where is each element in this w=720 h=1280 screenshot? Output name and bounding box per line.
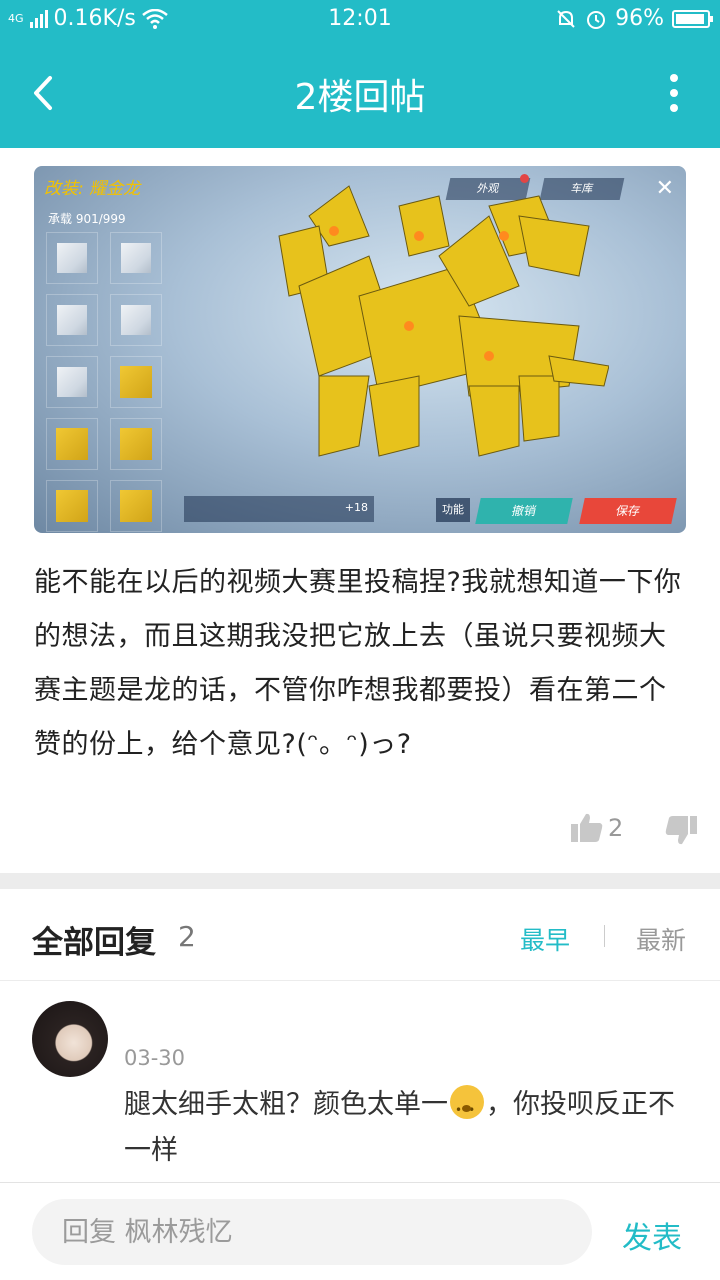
dragon-mech-illustration (278, 185, 609, 457)
upside-down-face-emoji-icon (450, 1085, 484, 1133)
thumbs-down-icon[interactable] (664, 814, 698, 846)
close-icon: ✕ (655, 176, 674, 201)
status-right: 96% (555, 6, 713, 31)
game-function-button: 功能 (436, 498, 470, 522)
parts-grid (46, 232, 162, 532)
comment-text: 腿太细手太粗？颜色太单一，你投呗反正不一样 (124, 1082, 684, 1174)
avatar[interactable] (32, 1001, 108, 1077)
battery-percent: 96% (615, 6, 664, 31)
thumbs-up-icon (571, 813, 603, 842)
toolbar-extra-count: +18 (344, 501, 368, 514)
game-toolbar: +18 (184, 496, 374, 522)
reply-input[interactable] (32, 1199, 592, 1265)
comment-text-part1: 腿太细手太粗？颜色太单一 (124, 1089, 448, 1120)
game-load-value: 承载 901/999 (48, 212, 126, 226)
post-body: 能不能在以后的视频大赛里投稿捏?我就想知道一下你的想法，而且这期我没把它放上去（… (34, 567, 682, 760)
replies-count: 2 (178, 920, 196, 953)
page-title: 2楼回帖 (294, 77, 426, 118)
reply-bar: 发表 (0, 1182, 720, 1280)
sort-separator (604, 925, 605, 947)
comment-date: 03-30 (124, 1046, 186, 1070)
sort-earliest-tab[interactable]: 最早 (520, 921, 570, 957)
replies-label: 全部回复 (32, 925, 156, 961)
publish-button[interactable]: 发表 (622, 1213, 682, 1257)
section-divider (0, 873, 720, 889)
status-bar: 4G 0.16K/s 12:01 96% (0, 0, 720, 38)
app-bar: 2楼回帖 (0, 38, 720, 148)
game-vehicle-title: 改装: 耀金龙 (44, 179, 141, 199)
game-undo-button: 撤销 (475, 498, 573, 524)
more-vertical-icon[interactable] (668, 74, 680, 112)
like-count: 2 (608, 814, 624, 842)
battery-icon (672, 9, 713, 28)
post-image[interactable]: 改装: 耀金龙 承载 901/999 外观 车库 ✕ +18 功能 撤销 保存 (34, 166, 686, 533)
sort-newest-tab[interactable]: 最新 (636, 921, 686, 957)
replies-header: 全部回复 2 最早 最新 (0, 889, 720, 981)
mute-bell-icon (557, 9, 575, 28)
like-button[interactable]: 2 (570, 812, 623, 844)
alarm-icon (587, 10, 606, 29)
game-save-button: 保存 (579, 498, 677, 524)
